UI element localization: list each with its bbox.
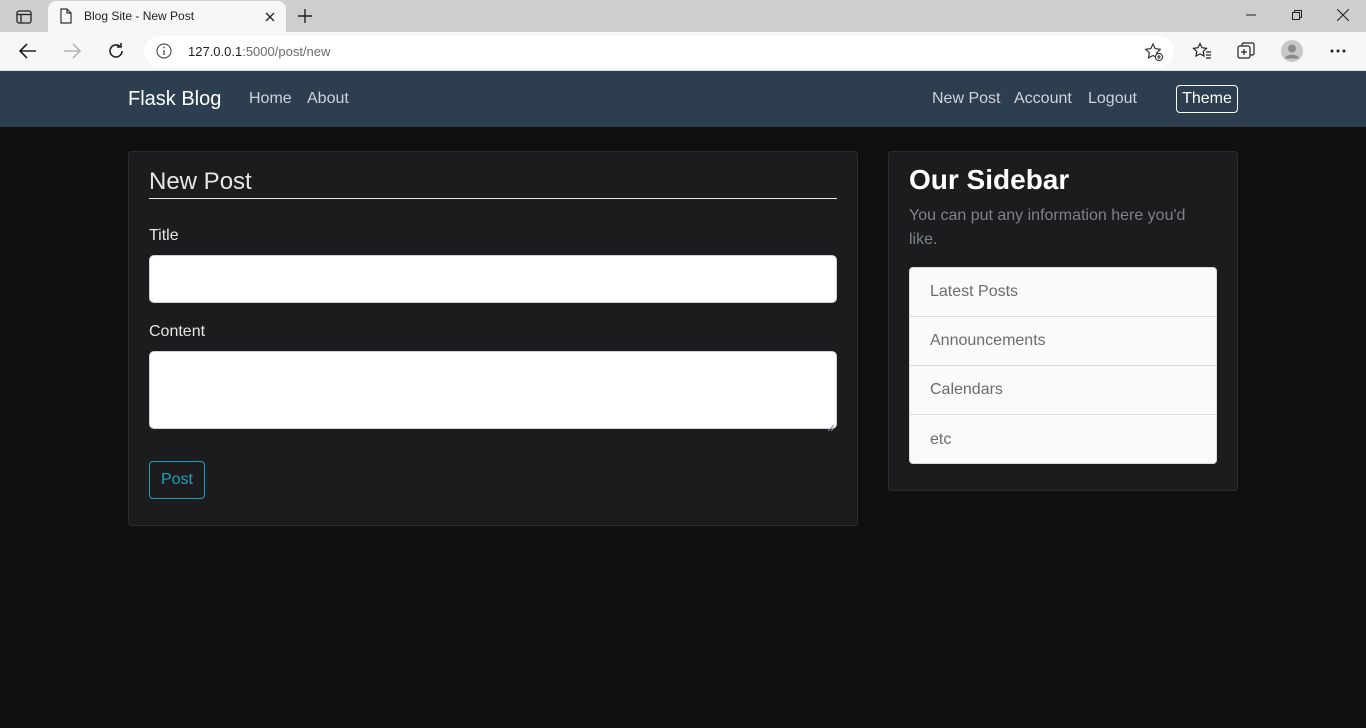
close-window-icon[interactable] [1320,0,1366,30]
nav-link-logout[interactable]: Logout [1088,90,1137,108]
new-post-card: New Post Title Content Post [128,151,858,526]
add-favorite-star-icon[interactable] [1144,42,1164,62]
sidebar-title: Our Sidebar [909,164,1070,195]
browser-tab-active[interactable]: Blog Site - New Post [48,1,286,32]
url-host: 127.0.0.1 [188,44,243,59]
brand-link[interactable]: Flask Blog [128,88,221,111]
sidebar-item-announcements[interactable]: Announcements [910,317,1216,366]
site-navbar: Flask Blog Home About New Post Account L… [0,71,1366,127]
page-file-icon [60,8,72,29]
minimize-icon[interactable] [1228,0,1274,30]
sidebar-item-calendars[interactable]: Calendars [910,366,1216,415]
resize-grip-icon[interactable] [827,419,835,432]
url-path: :5000/post/new [242,44,331,59]
sidebar-description: You can put any information here you'd l… [909,207,1186,248]
content-label: Content [149,323,206,340]
collections-icon[interactable] [1233,38,1259,64]
sidebar-item-etc[interactable]: etc [910,415,1216,463]
site-info-icon[interactable] [156,43,172,59]
nav-link-about[interactable]: About [307,90,349,108]
address-bar[interactable]: 127.0.0.1:5000/post/new [144,36,1174,67]
reload-icon[interactable] [100,36,132,66]
sidebar-list: Latest Posts Announcements Calendars etc [909,267,1217,464]
nav-link-new-post[interactable]: New Post [932,90,1000,108]
profile-avatar-icon[interactable] [1279,38,1305,64]
title-label: Title [149,227,179,244]
close-tab-icon[interactable] [262,9,278,25]
sidebar-item-latest-posts[interactable]: Latest Posts [910,268,1216,317]
forward-arrow-icon[interactable] [56,36,88,66]
restore-icon[interactable] [1274,0,1320,30]
favorites-icon[interactable] [1189,38,1215,64]
nav-link-account[interactable]: Account [1014,90,1072,108]
more-options-icon[interactable] [1325,38,1351,64]
content-textarea[interactable] [149,351,837,432]
browser-toolbar: 127.0.0.1:5000/post/new [0,32,1366,71]
new-tab-plus-icon[interactable] [293,4,317,28]
sidebar-card: Our Sidebar You can put any information … [888,151,1238,491]
tab-title: Blog Site - New Post [84,9,195,23]
nav-link-home[interactable]: Home [249,90,292,108]
back-arrow-icon[interactable] [12,36,44,66]
tab-actions-icon[interactable] [8,6,40,28]
title-input[interactable] [149,255,837,303]
browser-tab-strip: Blog Site - New Post [0,0,1366,32]
post-submit-button[interactable]: Post [149,461,205,499]
theme-button[interactable]: Theme [1176,85,1238,113]
url-text: 127.0.0.1:5000/post/new [188,44,330,59]
form-legend: New Post [149,168,837,199]
